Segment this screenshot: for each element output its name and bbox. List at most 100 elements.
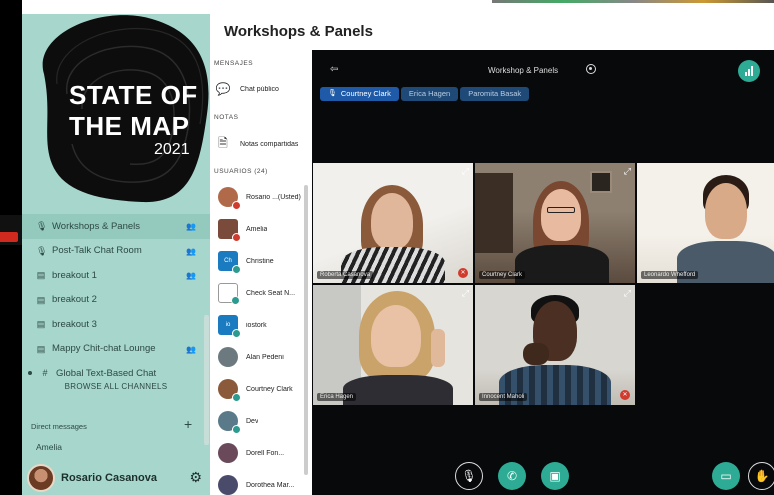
video-tile[interactable]: ⤢ Innocent Maholi ✕ bbox=[475, 285, 635, 405]
unread-dot-icon bbox=[28, 371, 32, 376]
participants-panel: MENSAJES 💬 Chat público NOTAS 🗎 Notas co… bbox=[210, 50, 312, 495]
shared-notes-item[interactable]: 🗎 Notas compartidas bbox=[214, 133, 310, 155]
video-tile[interactable]: ⤢ Roberta Casanova ✕ bbox=[313, 163, 473, 283]
users-header: USUARIOS (24) bbox=[214, 168, 268, 175]
video-tile[interactable]: Leonardo Whefford bbox=[637, 163, 774, 283]
avatar bbox=[218, 187, 241, 210]
status-badge bbox=[232, 265, 241, 274]
record-icon[interactable] bbox=[586, 64, 596, 74]
channel-mappy-chit-chat-lounge[interactable]: ▤ Mappy Chit-chat Lounge 👥 bbox=[22, 337, 210, 362]
participant-label: Innocent Maholi bbox=[479, 393, 528, 401]
user-list-item[interactable]: Dorothea Mar... bbox=[218, 473, 310, 495]
fullscreen-icon[interactable]: ⤢ bbox=[624, 288, 631, 299]
raise-hand-button[interactable]: ✋ bbox=[748, 462, 774, 490]
avatar bbox=[218, 443, 238, 463]
sidebar: STATE OF THE MAP 2021 🎙 Workshops & Pane… bbox=[22, 14, 210, 495]
status-badge bbox=[232, 233, 241, 242]
logo-line-1: STATE OF bbox=[69, 80, 198, 110]
user-name: Amelia bbox=[246, 225, 268, 233]
avatar bbox=[218, 379, 241, 402]
talker-name: Erica Hagen bbox=[408, 89, 451, 98]
public-chat-label: Chat público bbox=[240, 85, 279, 93]
user-name: iostork bbox=[246, 321, 267, 329]
heading-bar: Workshops & Panels bbox=[210, 14, 774, 50]
channel-list: 🎙 Workshops & Panels 👥 🎙 Post-Talk Chat … bbox=[22, 214, 210, 386]
gear-icon[interactable]: ⚙ bbox=[189, 469, 202, 486]
group-icon: 👥 bbox=[186, 271, 196, 280]
user-list-item[interactable]: Rosario ...(Usted) bbox=[218, 185, 310, 210]
user-list-item[interactable]: Check Seat N... bbox=[218, 281, 310, 305]
mic-icon: 🎙 bbox=[36, 221, 48, 232]
app-root: Workshops & Panels STATE OF THE MAP 2021… bbox=[0, 0, 774, 495]
avatar bbox=[218, 347, 238, 367]
user-name: Courtney Clark bbox=[246, 385, 293, 393]
hash-icon: # bbox=[42, 368, 48, 379]
user-name: Dev bbox=[246, 417, 259, 425]
camera-button[interactable]: ▣ bbox=[541, 462, 569, 490]
user-name: Dorell Fon... bbox=[246, 449, 285, 457]
avatar-initials: Ch bbox=[224, 258, 232, 264]
group-icon: 👥 bbox=[186, 246, 196, 256]
mic-off-icon: 🎙 bbox=[461, 469, 477, 483]
logo-line-2: THE MAP bbox=[69, 111, 190, 141]
mic-icon: 🎙 bbox=[328, 90, 337, 97]
video-tile-active-speaker[interactable]: ⤢ Courtney Clark bbox=[475, 163, 635, 283]
channel-label: breakout 1 bbox=[52, 269, 97, 281]
avatar[interactable] bbox=[27, 464, 55, 492]
user-name: Check Seat N... bbox=[246, 289, 296, 297]
mic-icon: 🎙 bbox=[36, 245, 48, 256]
dm-item-amelia[interactable]: Amelia bbox=[36, 442, 62, 452]
hand-icon: ✋ bbox=[754, 469, 770, 483]
audio-button[interactable]: ✆ bbox=[498, 462, 526, 490]
screen-icon: ▭ bbox=[720, 469, 732, 483]
public-chat-item[interactable]: 💬 Chat público bbox=[214, 78, 310, 100]
channel-workshops-panels[interactable]: 🎙 Workshops & Panels 👥 bbox=[22, 214, 210, 239]
user-list-item[interactable]: Dorell Fon... bbox=[218, 441, 310, 465]
talker-name: Paromita Basak bbox=[468, 89, 522, 98]
speaker-icon: ▤ bbox=[36, 319, 46, 330]
channel-breakout-1[interactable]: ▤ breakout 1 👥 bbox=[22, 263, 210, 288]
status-badge bbox=[232, 393, 241, 402]
mic-muted-icon: ✕ bbox=[458, 268, 468, 278]
user-list-item[interactable]: Amelia bbox=[218, 217, 310, 242]
status-badge bbox=[231, 296, 240, 305]
notes-header: NOTAS bbox=[214, 114, 239, 121]
participant-label: Courtney Clark bbox=[479, 271, 526, 279]
channel-breakout-2[interactable]: ▤ breakout 2 bbox=[22, 288, 210, 313]
sidebar-scrollbar[interactable] bbox=[204, 315, 209, 445]
status-badge bbox=[232, 425, 241, 434]
page-title: Workshops & Panels bbox=[224, 23, 373, 40]
leave-room-icon[interactable]: ⇦ bbox=[330, 64, 338, 75]
speaker-icon: ▤ bbox=[36, 270, 46, 281]
channel-post-talk-chat-room[interactable]: 🎙 Post-Talk Chat Room 👥 bbox=[22, 239, 210, 264]
user-list-item[interactable]: Alan Pedeni bbox=[218, 345, 310, 369]
add-direct-message-button[interactable]: + bbox=[184, 416, 192, 432]
user-list-scrollbar[interactable] bbox=[304, 185, 308, 475]
fullscreen-icon[interactable]: ⤢ bbox=[624, 166, 631, 177]
chat-bubble-icon: 💬 bbox=[215, 82, 231, 96]
meeting-stage: ⇦ Workshop & Panels 🎙 Courtney Clark Eri… bbox=[312, 50, 774, 495]
current-user-bar: Rosario Casanova ⚙ bbox=[22, 461, 210, 495]
browse-all-channels-button[interactable]: BROWSE ALL CHANNELS bbox=[22, 382, 210, 391]
channel-label: Mappy Chit-chat Lounge bbox=[52, 343, 156, 355]
logo-year: 2021 bbox=[154, 141, 190, 158]
user-list-item[interactable]: Ch Christine bbox=[218, 249, 310, 274]
mute-microphone-button[interactable]: 🎙 bbox=[455, 462, 483, 490]
video-camera-icon: ▣ bbox=[549, 469, 561, 483]
logo-title: STATE OF THE MAP bbox=[69, 80, 198, 142]
background-red-button[interactable] bbox=[0, 232, 18, 242]
channel-breakout-3[interactable]: ▤ breakout 3 bbox=[22, 312, 210, 337]
talker-erica-hagen: Erica Hagen bbox=[400, 87, 459, 101]
connection-status-icon[interactable] bbox=[738, 60, 760, 82]
channel-label: Post-Talk Chat Room bbox=[52, 245, 142, 257]
user-list-item[interactable]: Courtney Clark bbox=[218, 377, 310, 402]
video-tile[interactable]: ⤢ Erica Hagen bbox=[313, 285, 473, 405]
fullscreen-icon[interactable]: ⤢ bbox=[462, 166, 469, 177]
user-list-item[interactable]: Dev bbox=[218, 409, 310, 434]
screen-share-button[interactable]: ▭ bbox=[712, 462, 740, 490]
messages-header: MENSAJES bbox=[214, 60, 254, 67]
fullscreen-icon[interactable]: ⤢ bbox=[462, 288, 469, 299]
avatar: io bbox=[218, 315, 241, 338]
mic-muted-icon: ✕ bbox=[620, 390, 630, 400]
user-list-item[interactable]: io iostork bbox=[218, 313, 310, 338]
